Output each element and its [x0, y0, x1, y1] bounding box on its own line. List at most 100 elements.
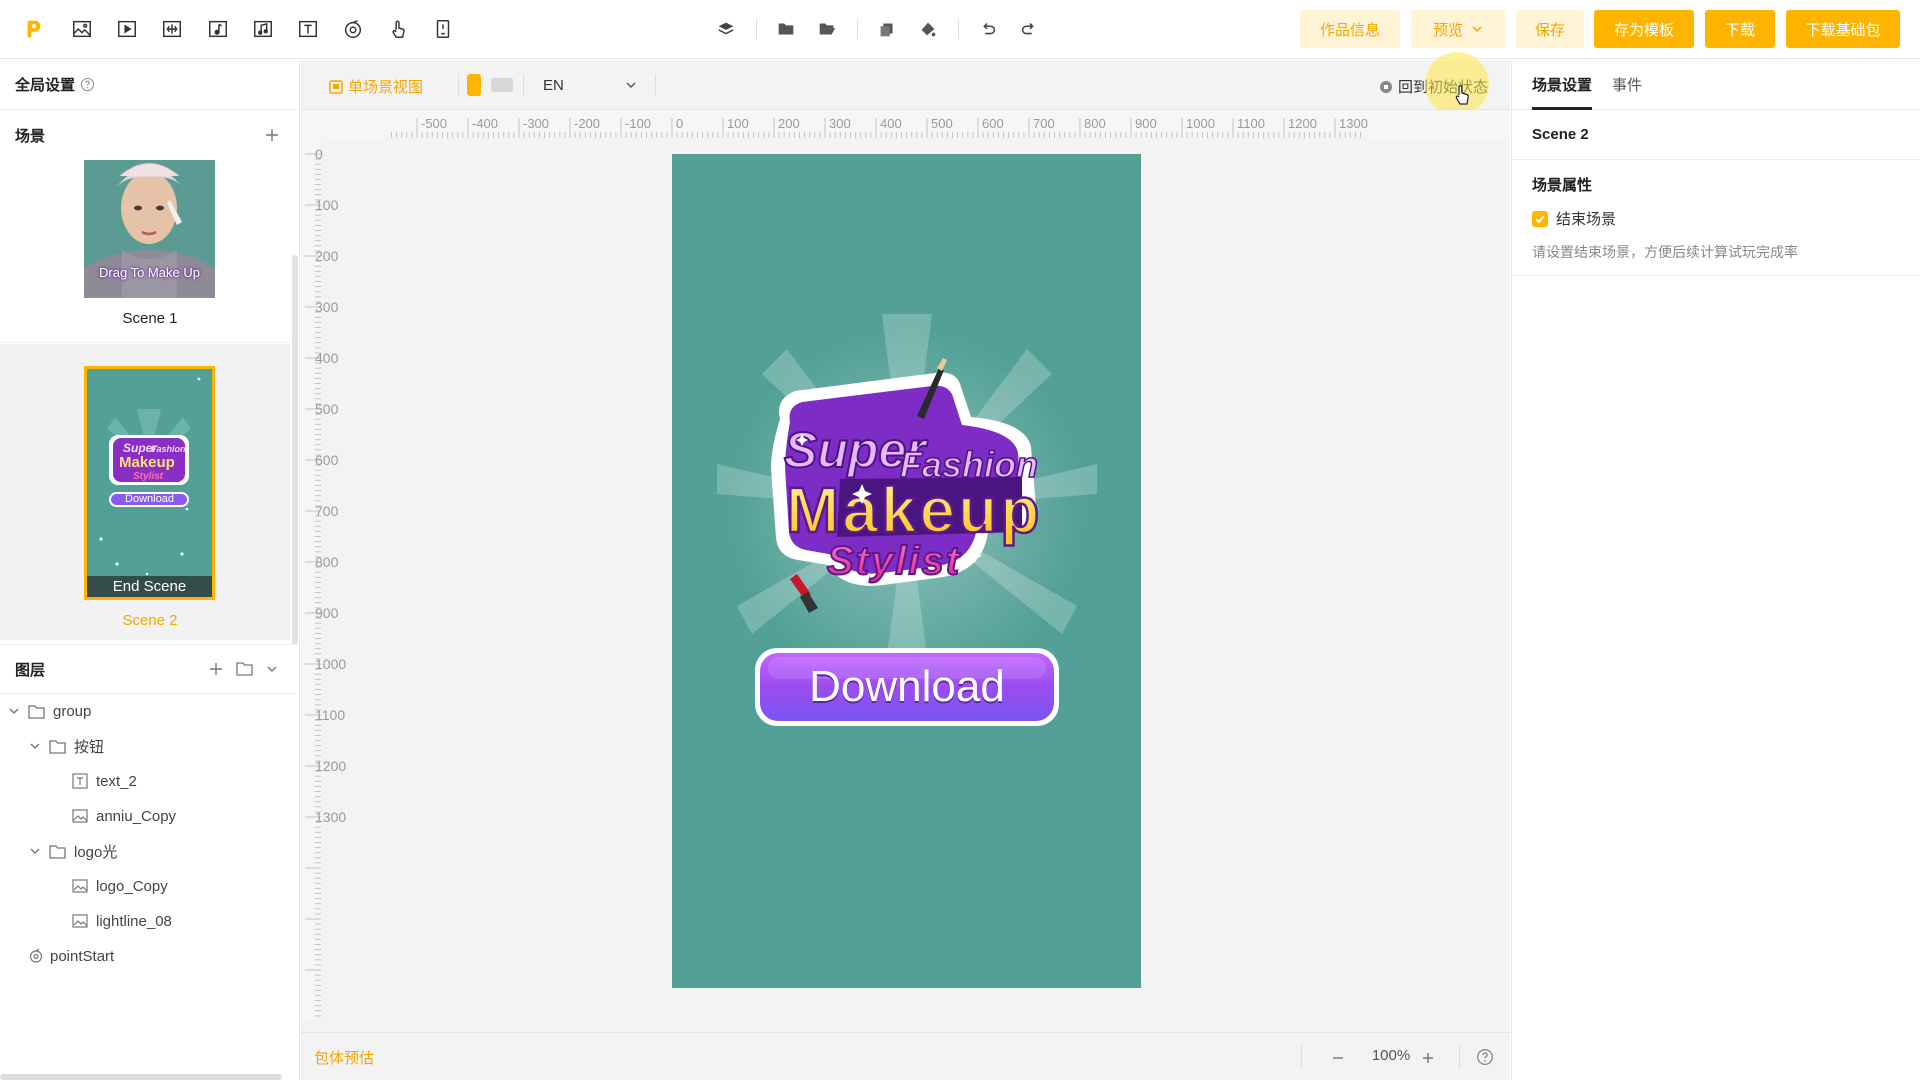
thumb-logo-word-3: Makeup: [119, 454, 175, 471]
image-layer-icon: [72, 914, 88, 928]
layer-row-anniu_Copy[interactable]: anniu_Copy: [72, 799, 176, 833]
scene-1-overlay-text: Drag To Make Up: [99, 265, 200, 280]
scene-properties-title: 场景属性: [1532, 177, 1593, 194]
ruler-v-label: 300: [315, 299, 339, 315]
end-scene-checkbox[interactable]: 结束场景: [1532, 208, 1616, 229]
thumb-logo-word-4: Stylist: [133, 471, 164, 482]
language-select[interactable]: EN: [535, 68, 645, 102]
scenes-header: 场景: [15, 127, 46, 145]
package-estimate-link[interactable]: 包体预估: [314, 1047, 374, 1068]
layer-row-pointStart[interactable]: pointStart: [8, 939, 114, 973]
copy-icon[interactable]: [875, 17, 899, 41]
redo-icon[interactable]: [1017, 17, 1041, 41]
ruler-h-label: 100: [727, 116, 749, 131]
layer-name: logo光: [74, 843, 118, 861]
landscape-orientation-button[interactable]: [491, 78, 513, 92]
chevron-down-icon[interactable]: [29, 845, 41, 857]
right-tabs: 场景设置 事件: [1512, 60, 1920, 110]
point-layer-icon: [29, 948, 43, 963]
layer-row-logo光[interactable]: logo光: [29, 834, 117, 868]
audio-icon[interactable]: [206, 17, 230, 41]
layers-horizontal-scrollbar[interactable]: [0, 1074, 282, 1080]
scene-2-label: Scene 2: [122, 612, 178, 629]
ruler-v-label: 0: [315, 146, 323, 162]
portrait-orientation-button[interactable]: [467, 74, 481, 96]
chevron-down-icon[interactable]: [8, 705, 20, 717]
layer-row-lightline_08[interactable]: lightline_08: [72, 904, 172, 938]
text-layer-icon: [72, 773, 88, 789]
layer-row-按钮[interactable]: 按钮: [29, 729, 104, 763]
scene-1-label: Scene 1: [122, 310, 178, 327]
video-icon[interactable]: [115, 17, 139, 41]
open-folder-icon[interactable]: [815, 17, 839, 41]
ruler-h-label: -200: [574, 116, 600, 131]
music-icon[interactable]: [251, 17, 275, 41]
global-settings-header[interactable]: 全局设置: [0, 60, 296, 110]
ruler-h-label: 1200: [1288, 116, 1317, 131]
horizontal-ruler: -500 -400 -300 -200 -100 0 100 200 300 400 500 600 7…: [301, 110, 1510, 138]
add-layer-icon[interactable]: [209, 662, 223, 676]
image-layer-icon: [72, 809, 88, 823]
right-panel: 场景设置 事件 Scene 2 场景属性 结束场景 请设置结束场景，方便后续计算…: [1511, 60, 1920, 1080]
add-component-icon[interactable]: [160, 17, 184, 41]
hand-cursor-icon: [1455, 85, 1469, 105]
single-scene-view-toggle[interactable]: 单场景视图: [329, 76, 423, 97]
save-button[interactable]: 保存: [1516, 10, 1584, 48]
text-icon[interactable]: [296, 17, 320, 41]
spin-icon[interactable]: [341, 17, 365, 41]
scene-list-scrollbar[interactable]: [292, 255, 298, 645]
layers-icon[interactable]: [714, 17, 738, 41]
stage-canvas[interactable]: Super Fashion Makeup Stylist Download: [672, 154, 1141, 988]
logo-icon[interactable]: [22, 17, 46, 41]
chevron-down-icon: [626, 82, 636, 88]
zoom-out-icon[interactable]: [1331, 1051, 1345, 1065]
undo-icon[interactable]: [976, 17, 1000, 41]
scene-card-1[interactable]: Drag To Make Up Scene 1: [0, 160, 290, 343]
ruler-v-label: 900: [315, 605, 339, 621]
layer-name: lightline_08: [96, 912, 172, 930]
help-icon[interactable]: [1476, 1048, 1494, 1066]
left-panel: 全局设置 场景 Drag To Make Up Scene 1 Super Fa…: [0, 60, 300, 1080]
scene-name: Scene 2: [1512, 110, 1920, 160]
preview-button[interactable]: 预览: [1411, 10, 1505, 48]
new-folder-icon[interactable]: [236, 661, 253, 676]
vertical-ruler: 0 100 200 300 400 500 600 700 800 900 1000 1100 1200…: [301, 138, 346, 1018]
stage-download-button[interactable]: Download: [760, 654, 1054, 720]
image-icon[interactable]: [70, 17, 94, 41]
ruler-h-label: 400: [880, 116, 902, 131]
ruler-v-label: 600: [315, 452, 339, 468]
zoom-in-icon[interactable]: [1421, 1051, 1435, 1065]
layer-row-logo_Copy[interactable]: logo_Copy: [72, 869, 168, 903]
tab-scene-settings[interactable]: 场景设置: [1532, 74, 1592, 95]
download-button[interactable]: 下载: [1705, 10, 1775, 48]
help-icon[interactable]: [80, 77, 95, 92]
download-base-button[interactable]: 下载基础包: [1786, 10, 1900, 48]
layer-name: anniu_Copy: [96, 807, 177, 825]
tab-events[interactable]: 事件: [1612, 74, 1642, 95]
save-template-button[interactable]: 存为模板: [1594, 10, 1694, 48]
collapse-layers-icon[interactable]: [266, 663, 278, 675]
ruler-h-label: 200: [778, 116, 800, 131]
device-icon[interactable]: [431, 17, 455, 41]
ruler-v-label: 1000: [315, 656, 347, 672]
ruler-v-label: 800: [315, 554, 339, 570]
folder-icon[interactable]: [774, 17, 798, 41]
layer-row-group[interactable]: group: [8, 694, 91, 728]
layer-name: pointStart: [50, 947, 115, 965]
canvas-toolbar: 单场景视图 EN 回到初始状态: [301, 52, 1510, 116]
chevron-down-icon[interactable]: [29, 740, 41, 752]
add-scene-icon[interactable]: [265, 128, 279, 142]
ruler-h-label: 800: [1084, 116, 1106, 131]
touch-icon[interactable]: [386, 17, 410, 41]
scene-list: Drag To Make Up Scene 1 Super Fashion Ma…: [0, 160, 292, 700]
ruler-h-label: 600: [982, 116, 1004, 131]
ruler-h-label: 0: [676, 116, 683, 131]
ruler-h-label: 300: [829, 116, 851, 131]
paint-icon[interactable]: [916, 17, 940, 41]
ruler-v-label: 700: [315, 503, 339, 519]
work-info-button[interactable]: 作品信息: [1300, 10, 1400, 48]
ruler-v-label: 1200: [315, 758, 347, 774]
scene-card-2[interactable]: Super Fashion Makeup Stylist Download En…: [0, 344, 290, 640]
layer-row-text_2[interactable]: text_2: [72, 764, 137, 798]
end-scene-hint: 请设置结束场景，方便后续计算试玩完成率: [1532, 244, 1798, 260]
